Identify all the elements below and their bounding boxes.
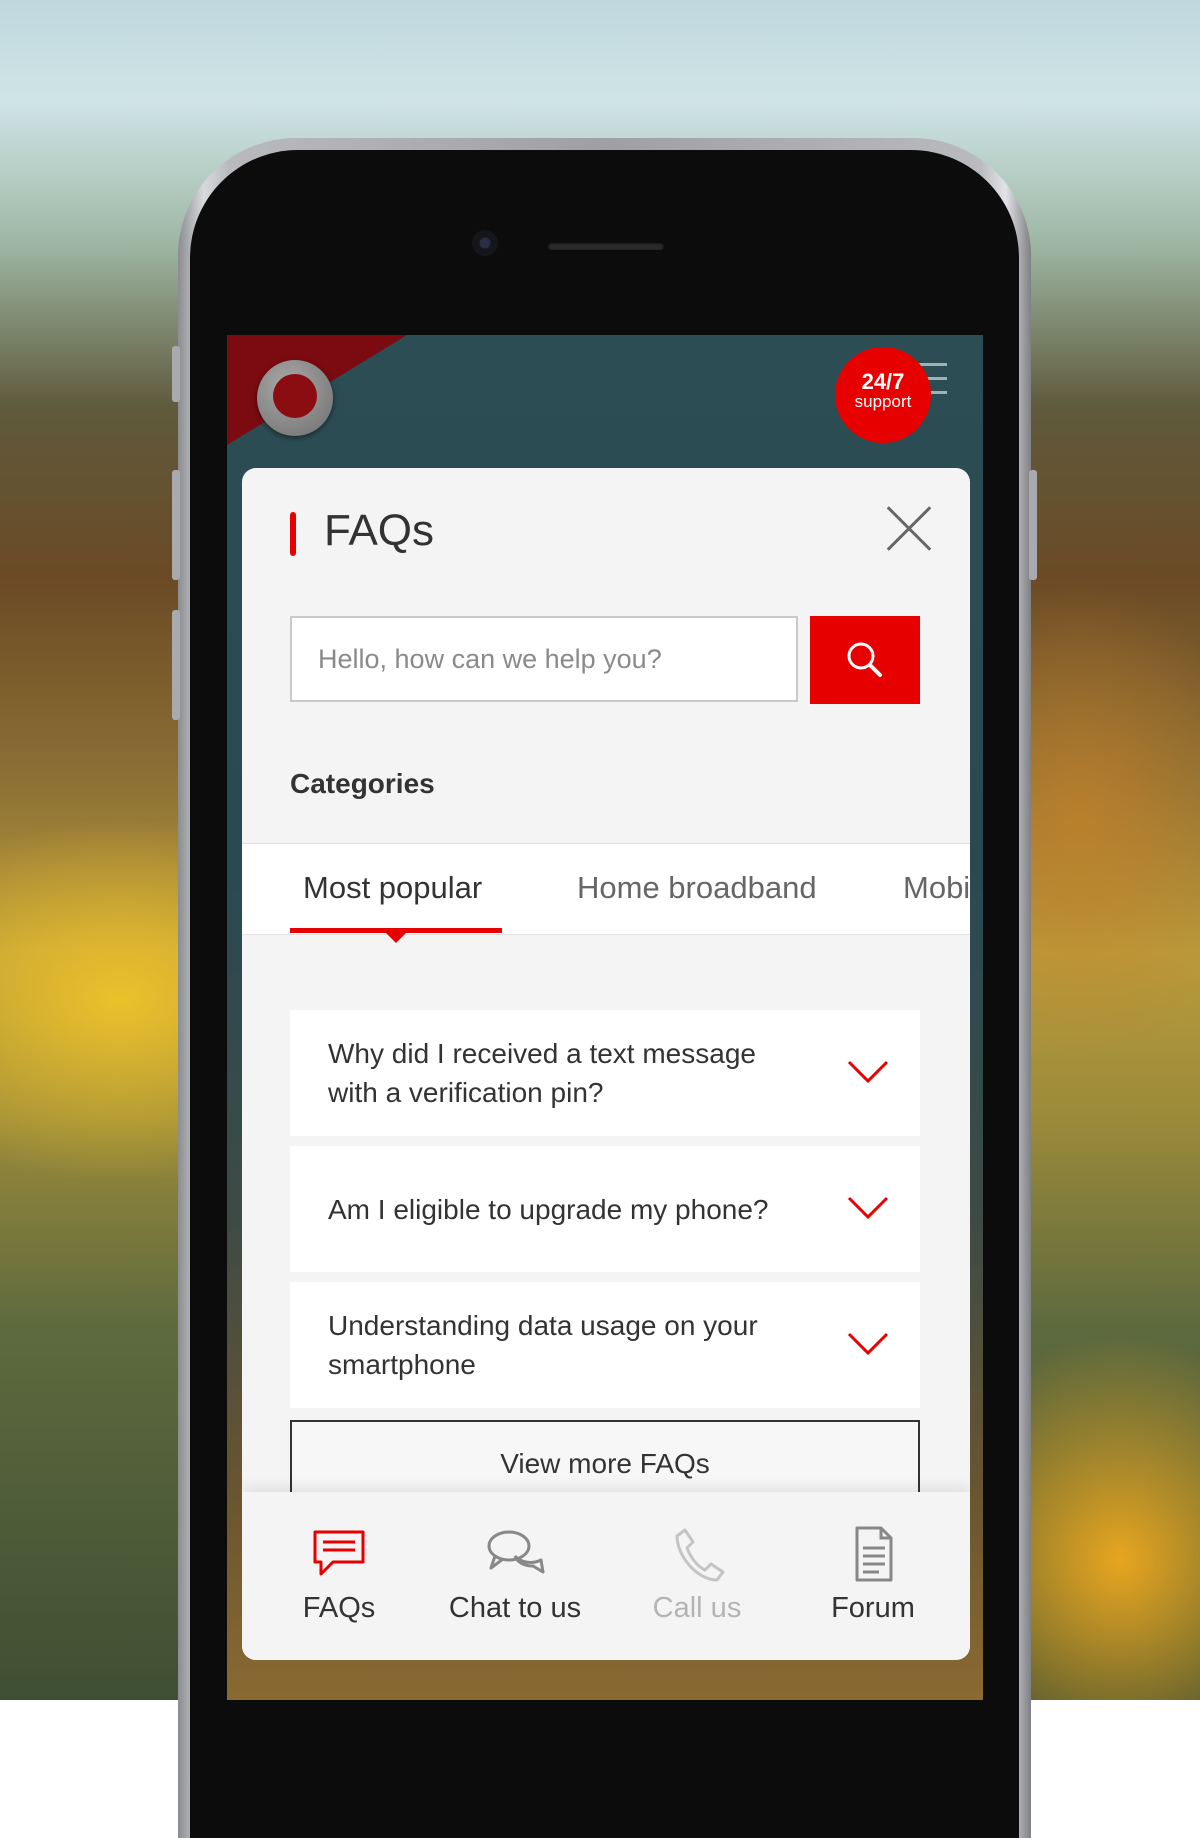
category-tabs: Most popular Home broadband Mobi [242,843,970,943]
search-icon [847,642,882,677]
search-button[interactable] [810,616,920,704]
faq-question: Why did I received a text message with a… [328,1038,756,1108]
faq-item[interactable]: Am I eligible to upgrade my phone? [290,1146,920,1272]
faq-chat-icon [313,1530,365,1576]
chevron-down-icon [847,1196,889,1220]
nav-label: Call us [652,1592,742,1624]
earpiece-speaker [548,242,664,250]
nav-label: Chat to us [448,1592,582,1624]
front-camera [472,230,498,256]
nav-item-forum[interactable]: Forum [782,1492,964,1660]
tab-mobile[interactable]: Mobi [903,870,970,906]
support-badge-hours: 24/7 [861,369,905,394]
phone-mute-switch [172,346,180,402]
support-badge-label: support [854,392,912,411]
tab-home-broadband[interactable]: Home broadband [577,870,817,906]
faq-question: Understanding data usage on your smartph… [328,1310,758,1380]
phone-volume-up [172,470,180,580]
faq-item[interactable]: Why did I received a text message with a… [290,1010,920,1136]
chat-bubbles-icon [487,1530,545,1574]
panel-title: FAQs [324,506,435,555]
nav-item-faqs[interactable]: FAQs [248,1492,430,1660]
nav-item-call[interactable]: Call us [606,1492,788,1660]
vodafone-logo-icon[interactable] [257,360,333,436]
document-icon [855,1526,893,1582]
active-tab-caret [385,932,407,943]
search-input[interactable] [290,616,798,702]
chevron-down-icon [847,1332,889,1356]
phone-power-button [1029,470,1037,580]
tab-most-popular[interactable]: Most popular [303,870,482,906]
categories-heading: Categories [290,768,435,799]
faq-item[interactable]: Understanding data usage on your smartph… [290,1282,920,1408]
nav-label: FAQs [302,1592,376,1624]
faq-panel: FAQs Categories Most popular Home broadb… [242,468,970,1660]
nav-item-chat[interactable]: Chat to us [424,1492,606,1660]
phone-icon [675,1528,725,1582]
title-accent-bar [290,512,296,556]
bottom-nav: FAQs Chat to us Call us Forum [242,1492,970,1660]
chevron-down-icon [847,1060,889,1084]
close-icon[interactable] [886,506,932,552]
support-badge[interactable]: 24/7 support [835,347,931,443]
phone-volume-down [172,610,180,720]
nav-label: Forum [831,1592,915,1624]
faq-question: Am I eligible to upgrade my phone? [328,1193,769,1225]
